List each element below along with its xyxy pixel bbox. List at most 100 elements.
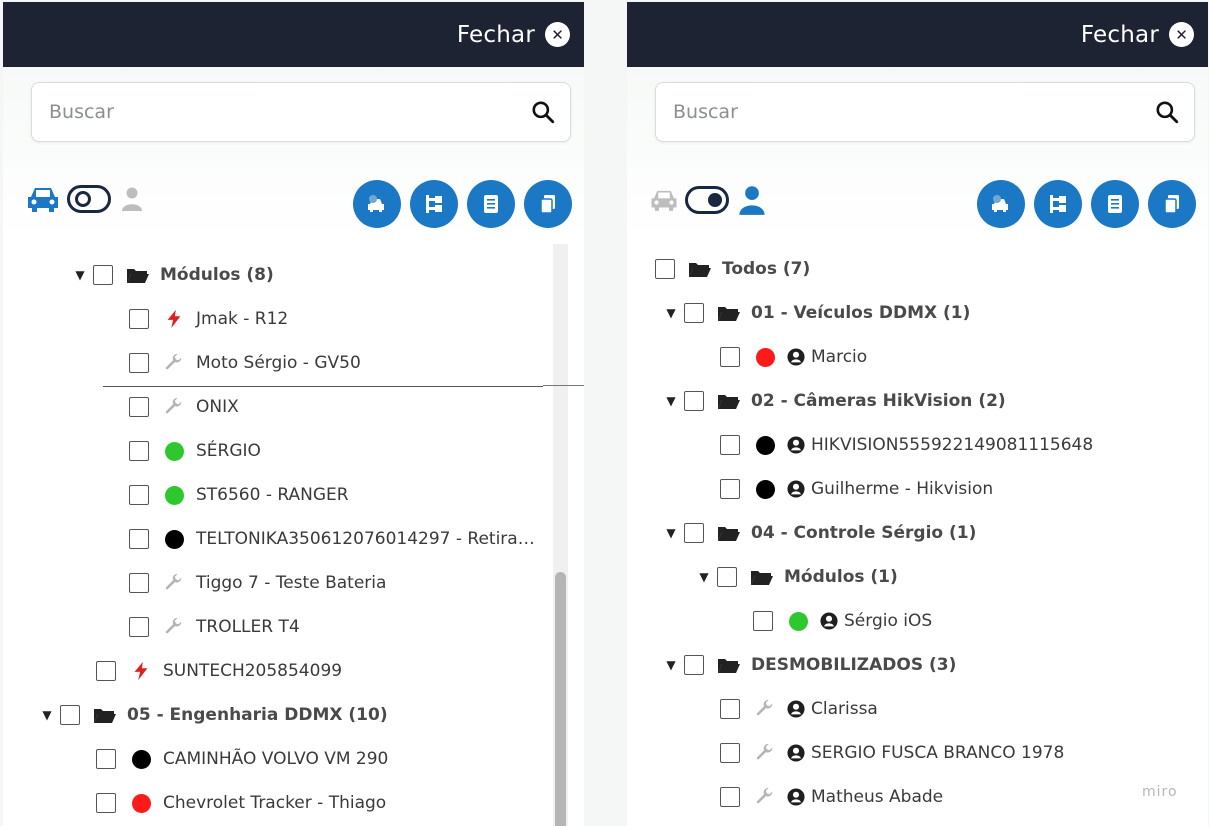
- close-label[interactable]: Fechar: [1081, 22, 1159, 48]
- checkbox[interactable]: [720, 699, 740, 719]
- checkbox[interactable]: [684, 303, 704, 323]
- search-icon[interactable]: [1154, 99, 1180, 125]
- chevron-down-icon[interactable]: ▼: [664, 658, 678, 672]
- chevron-down-icon[interactable]: ▼: [664, 306, 678, 320]
- search-input[interactable]: [673, 101, 1154, 123]
- tree-item-row[interactable]: TELTONIKA350612076014297 - Retirado Jair: [129, 524, 541, 554]
- tree-item-row[interactable]: ST6560 - RANGER: [129, 480, 349, 510]
- tree-item-row[interactable]: Sérgio iOS: [753, 606, 932, 636]
- checkbox[interactable]: [720, 743, 740, 763]
- close-label[interactable]: Fechar: [457, 22, 535, 48]
- chevron-down-icon[interactable]: ▼: [697, 570, 711, 584]
- checkbox[interactable]: [129, 441, 149, 461]
- checkbox[interactable]: [96, 793, 116, 813]
- tree-item-row[interactable]: TROLLER T4: [129, 612, 300, 642]
- checkbox[interactable]: [717, 567, 737, 587]
- user-icon: [787, 744, 805, 762]
- mode-toggle[interactable]: [67, 185, 111, 213]
- chevron-down-icon[interactable]: ▼: [664, 394, 678, 408]
- checkbox[interactable]: [129, 573, 149, 593]
- checkbox[interactable]: [753, 611, 773, 631]
- checkbox[interactable]: [96, 661, 116, 681]
- tree-item-row[interactable]: Tiggo 7 - Teste Bateria: [129, 568, 386, 598]
- tree-view-button[interactable]: [410, 180, 458, 228]
- checkbox[interactable]: [129, 309, 149, 329]
- person-icon[interactable]: [737, 184, 767, 216]
- search-box[interactable]: [655, 82, 1195, 142]
- wrench-icon: [162, 351, 186, 375]
- copy-button[interactable]: [524, 180, 572, 228]
- checkbox[interactable]: [129, 485, 149, 505]
- tree-item-row[interactable]: Moto Sérgio - GV50: [129, 348, 361, 378]
- tree-label: Módulos (8): [160, 265, 274, 285]
- tree-item-row[interactable]: Clarissa: [720, 694, 878, 724]
- tree-item-row[interactable]: Jmak - R12: [129, 304, 288, 334]
- tree-item-row[interactable]: HIKVISION555922149081115648: [720, 430, 1093, 460]
- list-view-button[interactable]: [1091, 180, 1139, 228]
- checkbox[interactable]: [129, 397, 149, 417]
- status-dot-icon: [129, 747, 153, 771]
- tree-group-row[interactable]: ▼ DESMOBILIZADOS (3): [664, 650, 956, 680]
- mode-switch[interactable]: [25, 184, 145, 214]
- tree-item-row[interactable]: Marcio: [720, 342, 867, 372]
- tree-group-row[interactable]: Todos (7): [655, 254, 810, 284]
- scrollbar[interactable]: [553, 244, 568, 826]
- mode-toggle[interactable]: [685, 186, 729, 214]
- checkbox[interactable]: [129, 529, 149, 549]
- tree-item-row[interactable]: SÉRGIO: [129, 436, 261, 466]
- tree-item-row[interactable]: ONIX: [129, 392, 239, 422]
- chevron-down-icon[interactable]: ▼: [73, 268, 87, 282]
- tree-label: Marcio: [811, 347, 868, 367]
- checkbox[interactable]: [720, 347, 740, 367]
- chevron-down-icon[interactable]: ▼: [40, 708, 54, 722]
- tree-group-row[interactable]: ▼ 05 - Engenharia DDMX (10): [40, 700, 388, 730]
- vehicle-filter-button[interactable]: [353, 180, 401, 228]
- checkbox[interactable]: [684, 391, 704, 411]
- car-icon[interactable]: [649, 185, 679, 215]
- car-filter-icon: [992, 195, 1008, 212]
- checkbox[interactable]: [684, 523, 704, 543]
- person-icon[interactable]: [119, 185, 145, 213]
- tree-icon: [426, 195, 442, 213]
- checkbox[interactable]: [93, 265, 113, 285]
- tree-group-row[interactable]: ▼ 01 - Veículos DDMX (1): [664, 298, 970, 328]
- status-dot-icon: [753, 345, 777, 369]
- list-view-button[interactable]: [467, 180, 515, 228]
- tree-group-row[interactable]: ▼ 02 - Câmeras HikVision (2): [664, 386, 1006, 416]
- tree-item-row[interactable]: SERGIO FUSCA BRANCO 1978: [720, 738, 1064, 768]
- checkbox[interactable]: [720, 435, 740, 455]
- checkbox[interactable]: [129, 353, 149, 373]
- chevron-down-icon[interactable]: ▼: [664, 526, 678, 540]
- close-icon[interactable]: ✕: [1169, 22, 1194, 47]
- vehicle-filter-button[interactable]: [977, 180, 1025, 228]
- search-box[interactable]: [31, 82, 571, 142]
- tree-item-row[interactable]: Guilherme - Hikvision: [720, 474, 993, 504]
- tree-item-row[interactable]: CAMINHÃO VOLVO VM 290: [96, 744, 388, 774]
- tree-item-row[interactable]: Chevrolet Tracker - Thiago: [96, 788, 386, 818]
- checkbox[interactable]: [684, 655, 704, 675]
- checkbox[interactable]: [96, 749, 116, 769]
- user-icon: [820, 612, 838, 630]
- tree-group-row[interactable]: ▼ Módulos (8): [73, 260, 274, 290]
- search-input[interactable]: [49, 101, 530, 123]
- tree-label: Jmak - R12: [196, 309, 289, 329]
- copy-button[interactable]: [1148, 180, 1196, 228]
- tree-view-button[interactable]: [1034, 180, 1082, 228]
- close-icon[interactable]: ✕: [545, 22, 570, 47]
- checkbox[interactable]: [655, 259, 675, 279]
- tree-item-row[interactable]: Matheus Abade: [720, 782, 943, 812]
- checkbox[interactable]: [720, 787, 740, 807]
- folder-icon: [688, 257, 712, 281]
- wrench-icon: [162, 395, 186, 419]
- checkbox[interactable]: [60, 705, 80, 725]
- toolbar: [25, 180, 572, 230]
- scrollbar-thumb[interactable]: [555, 572, 566, 826]
- car-icon[interactable]: [25, 184, 61, 214]
- search-icon[interactable]: [530, 99, 556, 125]
- mode-switch[interactable]: [649, 184, 767, 216]
- checkbox[interactable]: [720, 479, 740, 499]
- tree-group-row[interactable]: ▼ 04 - Controle Sérgio (1): [664, 518, 976, 548]
- tree-item-row[interactable]: SUNTECH205854099: [96, 656, 342, 686]
- tree-group-row[interactable]: ▼ Módulos (1): [697, 562, 898, 592]
- checkbox[interactable]: [129, 617, 149, 637]
